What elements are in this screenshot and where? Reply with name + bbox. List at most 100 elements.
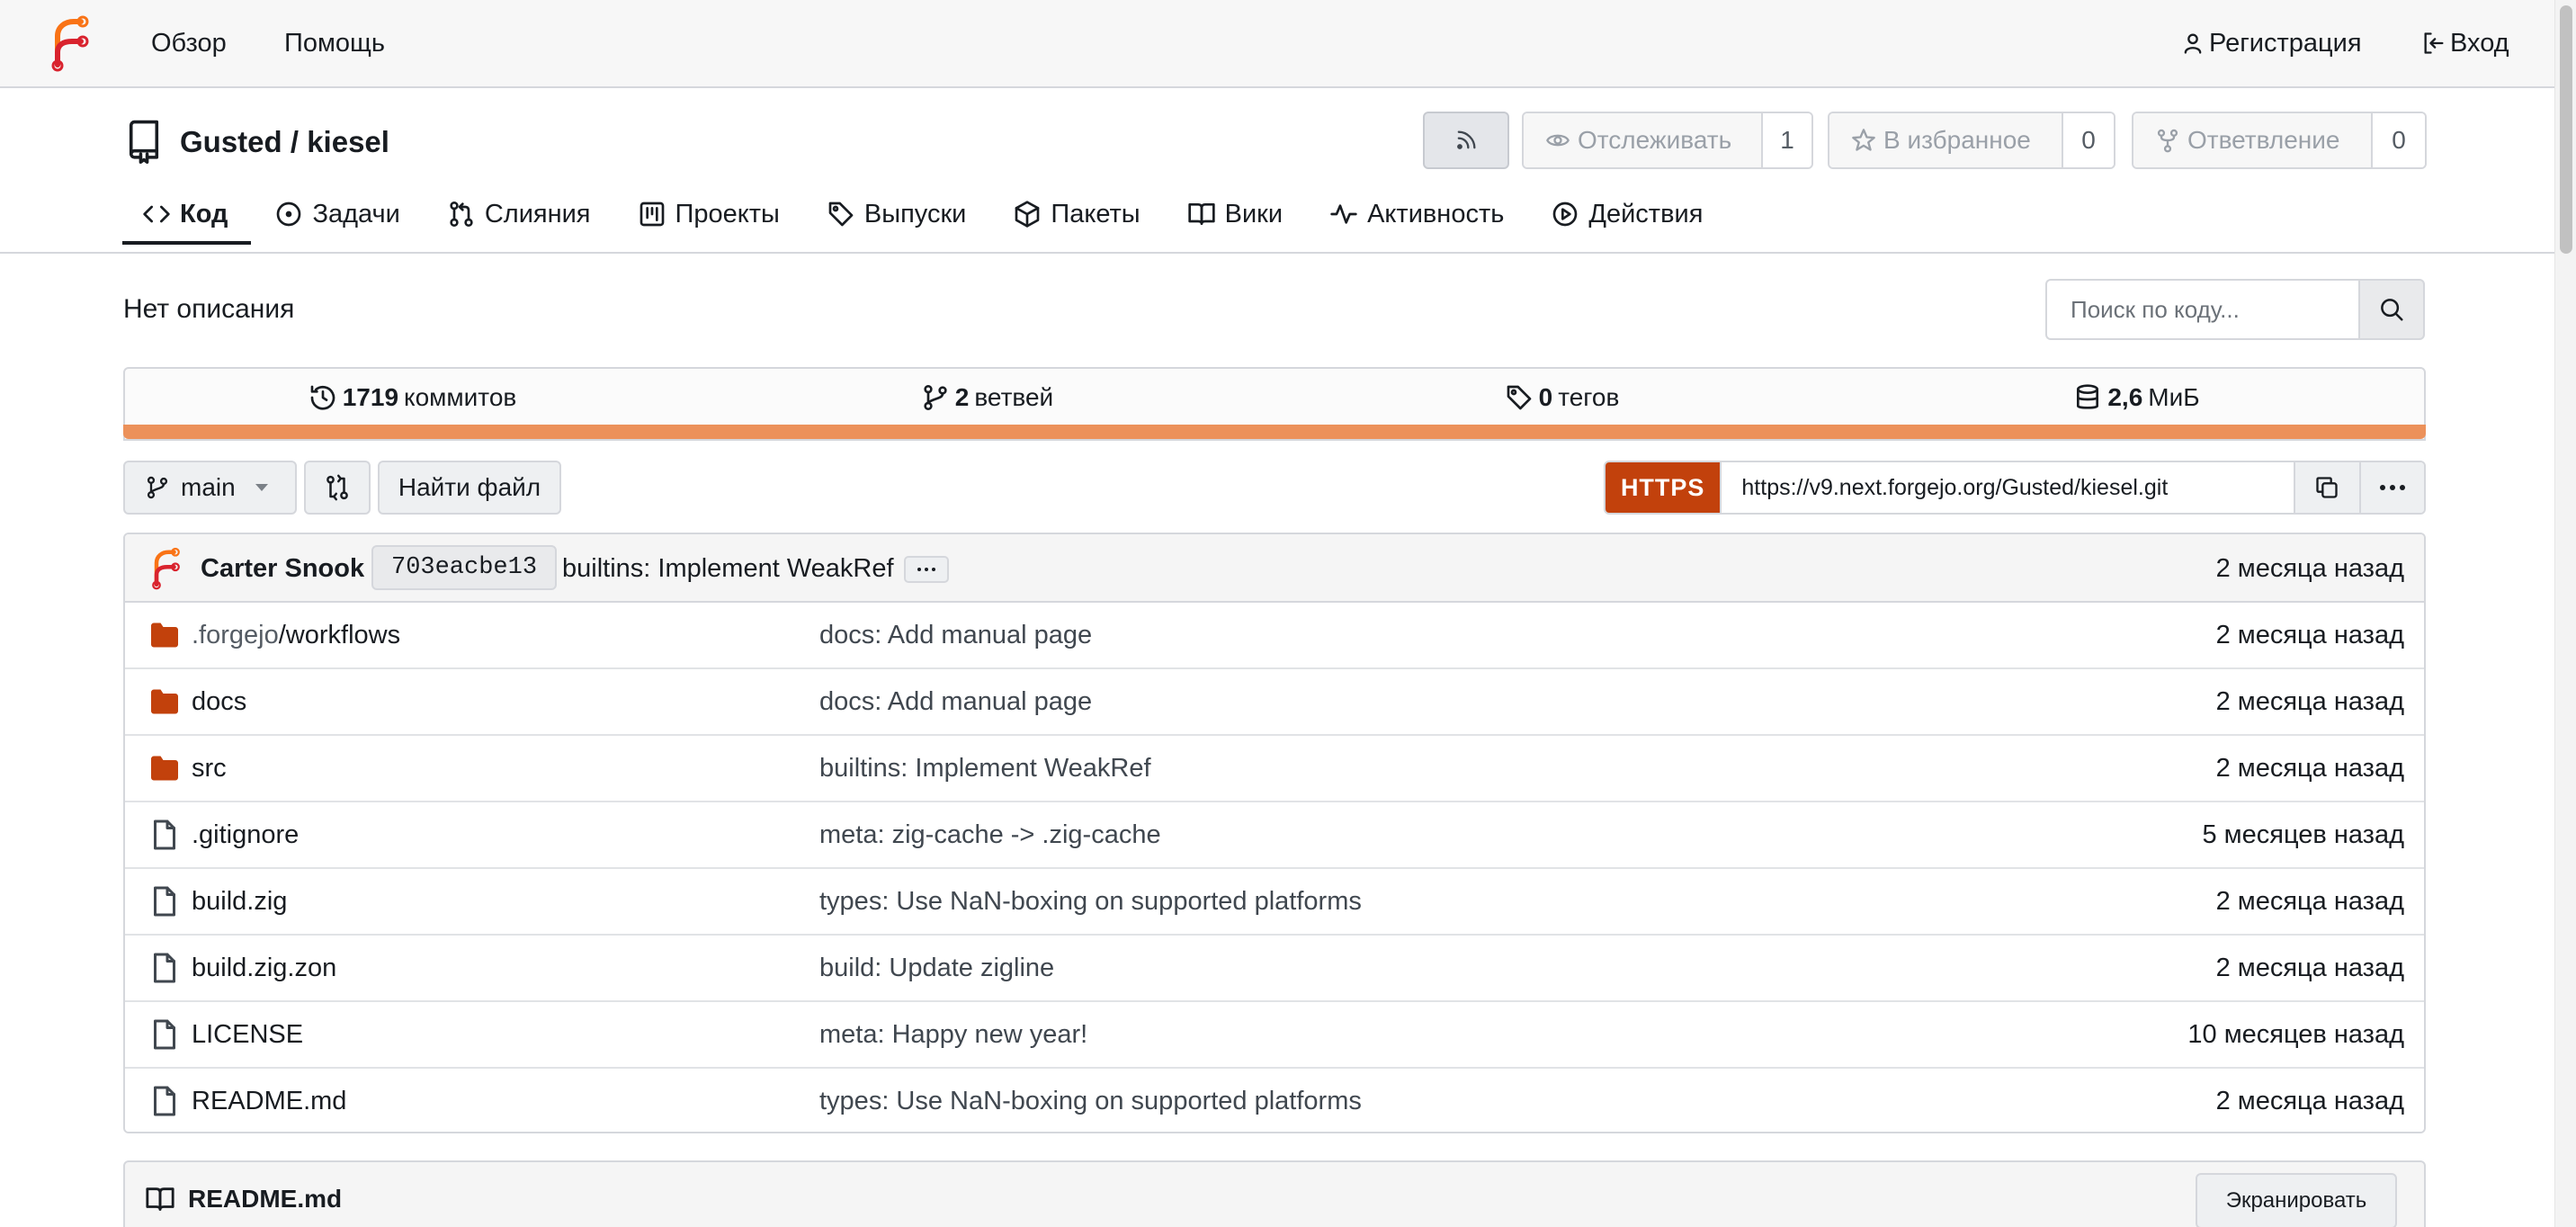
find-file-button[interactable]: Найти файл [378, 461, 561, 515]
commit-sha-button[interactable]: 703eacbe13 [371, 545, 558, 590]
file-row[interactable]: .gitignore meta: zig-cache -> .zig-cache… [125, 802, 2424, 869]
copy-url-button[interactable] [2293, 462, 2360, 513]
commit-time: 2 месяца назад [2215, 554, 2404, 583]
file-commit-message[interactable]: docs: Add manual page [819, 685, 1092, 718]
file-commit-message[interactable]: builtins: Implement WeakRef [819, 752, 1151, 784]
package-icon [1015, 201, 1040, 228]
fork-count[interactable]: 0 [2371, 113, 2425, 167]
ellipsis-dot-icon [925, 568, 928, 571]
tab-wiki[interactable]: Вики [1164, 187, 1306, 241]
scrollbar-thumb[interactable] [2560, 5, 2572, 254]
star-icon [1852, 129, 1875, 151]
commit-message[interactable]: builtins: Implement WeakRef [562, 552, 894, 585]
tab-issues[interactable]: Задачи [251, 187, 423, 241]
tab-activity[interactable]: Активность [1306, 187, 1527, 241]
file-icon [154, 819, 175, 850]
branch-icon [147, 476, 168, 499]
file-commit-message[interactable]: meta: Happy new year! [819, 1018, 1087, 1051]
file-time: 2 месяца назад [2215, 754, 2404, 783]
nav-help-link[interactable]: Помощь [284, 27, 385, 59]
file-name[interactable]: .gitignore [192, 819, 299, 851]
commits-label: коммитов [404, 383, 517, 411]
folder-icon [151, 756, 178, 781]
repo-owner-link[interactable]: Gusted [180, 125, 282, 158]
watch-button[interactable]: Отслеживать [1524, 113, 1761, 167]
file-commit-message[interactable]: types: Use NaN-boxing on supported platf… [819, 885, 1362, 918]
register-link[interactable]: Регистрация [2180, 27, 2362, 59]
login-link[interactable]: Вход [2421, 27, 2509, 59]
branch-selector[interactable]: main [123, 461, 297, 515]
repo-icon [129, 120, 159, 164]
file-name[interactable]: LICENSE [192, 1018, 303, 1051]
file-commit-message[interactable]: build: Update zigline [819, 952, 1054, 984]
file-name[interactable]: build.zig.zon [192, 952, 336, 984]
commit-expand-button[interactable] [904, 556, 949, 583]
sign-in-icon [2424, 32, 2444, 54]
fork-button[interactable]: Ответвление [2133, 113, 2371, 167]
file-commit-message[interactable]: types: Use NaN-boxing on supported platf… [819, 1085, 1362, 1117]
tab-projects-label: Проекты [675, 199, 780, 228]
compare-button[interactable] [304, 461, 371, 515]
file-row[interactable]: build.zig.zon build: Update zigline 2 ме… [125, 936, 2424, 1002]
clone-more-button[interactable] [2359, 462, 2424, 513]
tab-pulls[interactable]: Слияния [424, 187, 614, 241]
nav-explore-link[interactable]: Обзор [151, 27, 227, 59]
eye-icon [1546, 134, 1570, 147]
repo-tabs: Код Задачи Слияния Проекты Выпуски Пакет… [122, 187, 1726, 252]
watch-count[interactable]: 1 [1761, 113, 1811, 167]
readme-title[interactable]: README.md [188, 1184, 342, 1214]
code-search-button[interactable] [2358, 279, 2425, 340]
file-name[interactable]: docs [192, 685, 246, 718]
branches-count: 2 [954, 383, 970, 411]
tab-projects[interactable]: Проекты [614, 187, 803, 241]
clone-protocol-button[interactable]: HTTPS [1606, 462, 1721, 513]
file-row[interactable]: docs docs: Add manual page 2 месяца наза… [125, 669, 2424, 736]
file-row[interactable]: .forgejo/workflows docs: Add manual page… [125, 603, 2424, 669]
file-commit-message[interactable]: meta: zig-cache -> .zig-cache [819, 819, 1161, 851]
tab-releases[interactable]: Выпуски [803, 187, 989, 241]
file-row[interactable]: LICENSE meta: Happy new year! 10 месяцев… [125, 1002, 2424, 1069]
rss-button[interactable] [1423, 112, 1509, 169]
file-row[interactable]: README.md types: Use NaN-boxing on suppo… [125, 1069, 2424, 1132]
code-search-input[interactable] [2045, 279, 2358, 340]
code-icon [143, 205, 170, 223]
star-button[interactable]: В избранное [1829, 113, 2062, 167]
size-label: МиБ [2148, 383, 2200, 411]
file-row[interactable]: build.zig types: Use NaN-boxing on suppo… [125, 869, 2424, 936]
folder-icon [151, 622, 178, 648]
search-icon [2381, 299, 2403, 321]
repo-description: Нет описания [123, 294, 295, 324]
copy-icon [2316, 477, 2339, 498]
folder-suffix[interactable]: /workflows [279, 621, 400, 649]
star-button-group: В избранное 0 [1828, 112, 2115, 169]
escape-button[interactable]: Экранировать [2196, 1173, 2397, 1227]
language-stats-bar[interactable] [123, 425, 2426, 439]
author-avatar[interactable] [148, 545, 181, 590]
page-scrollbar[interactable] [2554, 0, 2576, 1227]
tag-icon [1507, 385, 1531, 410]
clone-url-input[interactable] [1720, 462, 2294, 513]
repo-title-separator: / [282, 125, 308, 158]
tags-label: тегов [1558, 383, 1620, 411]
tab-code[interactable]: Код [122, 187, 252, 245]
tags-count: 0 [1538, 383, 1553, 411]
file-name[interactable]: src [192, 752, 227, 784]
readme-header: README.md Экранировать [123, 1160, 2426, 1227]
star-count[interactable]: 0 [2062, 113, 2114, 167]
tab-packages[interactable]: Пакеты [989, 187, 1163, 241]
file-name[interactable]: .forgejo/workflows [192, 619, 400, 651]
code-search [2045, 279, 2425, 340]
star-label: В избранное [1883, 126, 2031, 154]
folder-prefix[interactable]: .forgejo [192, 621, 279, 649]
ellipsis-dot-icon [917, 568, 921, 571]
file-name[interactable]: build.zig [192, 885, 287, 918]
tab-actions[interactable]: Действия [1527, 187, 1726, 241]
file-commit-message[interactable]: docs: Add manual page [819, 619, 1092, 651]
commit-author[interactable]: Carter Snook [201, 552, 364, 585]
file-row[interactable]: src builtins: Implement WeakRef 2 месяца… [125, 736, 2424, 802]
file-name[interactable]: README.md [192, 1085, 346, 1117]
forgejo-logo-icon[interactable] [47, 13, 90, 72]
tag-icon [828, 202, 854, 227]
repo-name-link[interactable]: kiesel [307, 125, 389, 158]
project-icon [640, 202, 664, 227]
